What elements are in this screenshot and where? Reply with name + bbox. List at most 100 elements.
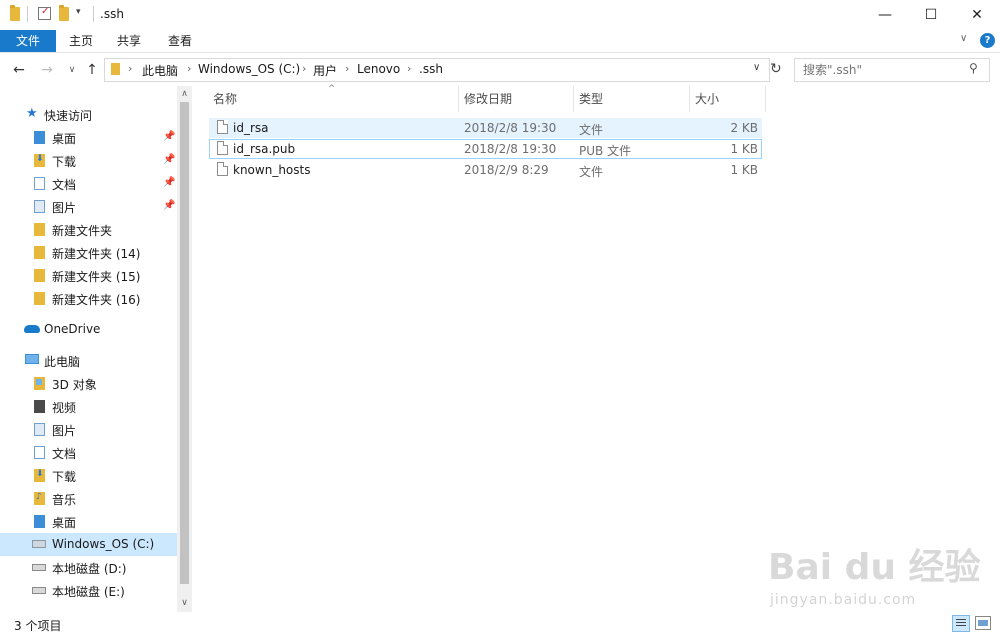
sidebar-item-downloads-pc[interactable]: ⬇ 下载 xyxy=(0,464,177,487)
pin-icon: 📌 xyxy=(163,200,176,211)
chevron-right-icon[interactable]: › xyxy=(407,62,411,75)
video-icon xyxy=(34,400,45,413)
downloads-icon: ⬇ xyxy=(34,154,45,167)
sidebar-item-music[interactable]: ♪ 音乐 xyxy=(0,487,177,510)
sidebar-item-label: 快速访问 xyxy=(44,109,93,123)
divider xyxy=(27,6,28,22)
up-button[interactable]: ↑ xyxy=(83,61,101,79)
address-bar[interactable]: › 此电脑 › Windows_OS (C:) › 用户 › Lenovo › … xyxy=(104,58,770,82)
file-size: 1 KB xyxy=(730,142,758,156)
sidebar-item-downloads[interactable]: ⬇ 下载 📌 xyxy=(0,149,177,172)
expand-ribbon-icon[interactable]: ∨ xyxy=(960,33,967,44)
column-header-modified[interactable]: 修改日期 xyxy=(464,86,512,112)
drive-icon xyxy=(32,587,46,594)
sidebar-item-videos[interactable]: 视频 xyxy=(0,395,177,418)
address-dropdown-icon[interactable]: ∨ xyxy=(753,62,760,73)
details-view-button[interactable] xyxy=(952,615,970,632)
breadcrumb-users[interactable]: 用户 xyxy=(313,62,337,79)
sidebar-item-drive-e[interactable]: 本地磁盘 (E:) xyxy=(0,579,177,602)
tab-view[interactable]: 查看 xyxy=(158,30,202,52)
search-icon[interactable]: ⚲ xyxy=(969,61,978,75)
sidebar-item-onedrive[interactable]: OneDrive xyxy=(0,318,177,341)
column-header-size[interactable]: 大小 xyxy=(695,86,719,112)
tab-file[interactable]: 文件 xyxy=(0,30,56,52)
sidebar-item-pictures-pc[interactable]: 图片 xyxy=(0,418,177,441)
close-button[interactable]: ✕ xyxy=(954,0,1000,30)
star-icon: ★ xyxy=(26,106,38,121)
breadcrumb-ssh[interactable]: .ssh xyxy=(419,62,443,76)
sidebar-item-new-folder-15[interactable]: 新建文件夹 (15) xyxy=(0,264,177,287)
tab-home[interactable]: 主页 xyxy=(60,30,102,52)
sidebar-item-label: 文档 xyxy=(52,178,77,192)
sidebar-item-this-pc[interactable]: 此电脑 xyxy=(0,349,177,372)
sidebar-item-label: 桌面 xyxy=(52,132,77,146)
sidebar-scrollbar[interactable]: ∧ ∨ xyxy=(177,86,192,612)
sidebar-item-drive-d[interactable]: 本地磁盘 (D:) xyxy=(0,556,177,579)
maximize-button[interactable]: ☐ xyxy=(908,0,954,30)
column-divider[interactable] xyxy=(573,86,574,112)
large-icons-view-button[interactable] xyxy=(975,616,991,630)
sidebar-item-desktop-pc[interactable]: 桌面 xyxy=(0,510,177,533)
sidebar-item-label: 下载 xyxy=(52,155,77,169)
table-row[interactable]: known_hosts 2018/2/9 8:29 文件 1 KB xyxy=(209,160,762,180)
sidebar-item-quick-access[interactable]: ★ 快速访问 xyxy=(0,103,177,126)
desktop-icon xyxy=(34,515,45,528)
breadcrumb-drive-c[interactable]: Windows_OS (C:) xyxy=(198,62,300,76)
customize-toolbar-icon[interactable]: ▾ xyxy=(76,7,81,17)
scroll-up-icon[interactable]: ∧ xyxy=(179,89,190,99)
search-box[interactable]: ⚲ xyxy=(794,58,990,82)
table-row[interactable]: id_rsa 2018/2/8 19:30 文件 2 KB xyxy=(209,118,762,138)
forward-button[interactable]: → xyxy=(38,61,56,79)
sidebar-item-desktop[interactable]: 桌面 📌 xyxy=(0,126,177,149)
sidebar-item-label: OneDrive xyxy=(44,322,101,336)
column-divider[interactable] xyxy=(689,86,690,112)
watermark: Bai du 经验 jingyan.baidu.com xyxy=(760,530,981,620)
downloads-icon: ⬇ xyxy=(34,469,45,482)
search-input[interactable] xyxy=(801,62,965,78)
sidebar-item-documents-pc[interactable]: 文档 xyxy=(0,441,177,464)
documents-icon xyxy=(34,177,45,190)
window-title: .ssh xyxy=(100,7,124,21)
properties-icon[interactable]: ✓ xyxy=(38,6,51,20)
sidebar-item-3d-objects[interactable]: 3D 对象 xyxy=(0,372,177,395)
minimize-button[interactable]: — xyxy=(862,0,908,30)
tab-share[interactable]: 共享 xyxy=(108,30,150,52)
scrollbar-thumb[interactable] xyxy=(180,102,189,584)
recent-locations-button[interactable]: ∨ xyxy=(63,61,81,79)
sidebar-item-new-folder-14[interactable]: 新建文件夹 (14) xyxy=(0,241,177,264)
chevron-right-icon[interactable]: › xyxy=(128,62,132,75)
watermark-brand: Bai du 经验 xyxy=(768,547,981,588)
help-button[interactable]: ? xyxy=(980,33,995,48)
sidebar-item-new-folder[interactable]: 新建文件夹 xyxy=(0,218,177,241)
desktop-icon xyxy=(34,131,45,144)
sidebar-item-drive-c[interactable]: Windows_OS (C:) xyxy=(0,533,177,556)
column-divider[interactable] xyxy=(765,86,766,112)
sidebar-item-documents[interactable]: 文档 📌 xyxy=(0,172,177,195)
cube-icon xyxy=(34,377,45,390)
column-header-name[interactable]: 名称 xyxy=(213,86,237,112)
sidebar-item-pictures[interactable]: 图片 📌 xyxy=(0,195,177,218)
file-name: id_rsa.pub xyxy=(233,142,296,156)
breadcrumb-lenovo[interactable]: Lenovo xyxy=(357,62,400,76)
scroll-down-icon[interactable]: ∨ xyxy=(179,598,190,608)
table-row[interactable]: id_rsa.pub 2018/2/8 19:30 PUB 文件 1 KB xyxy=(209,139,762,159)
refresh-icon[interactable]: ↻ xyxy=(770,61,782,77)
column-header-type[interactable]: 类型 xyxy=(579,86,603,112)
divider xyxy=(93,6,94,22)
folder-icon xyxy=(34,269,45,282)
pin-icon: 📌 xyxy=(163,131,176,142)
sidebar-item-new-folder-16[interactable]: 新建文件夹 (16) xyxy=(0,287,177,310)
computer-icon xyxy=(25,354,39,364)
column-divider[interactable] xyxy=(458,86,459,112)
file-type: 文件 xyxy=(579,123,604,137)
chevron-right-icon[interactable]: › xyxy=(187,62,191,75)
folder-icon xyxy=(34,223,45,236)
back-button[interactable]: ← xyxy=(10,61,28,79)
chevron-right-icon[interactable]: › xyxy=(302,62,306,75)
file-name: id_rsa xyxy=(233,121,269,135)
new-folder-icon[interactable] xyxy=(59,5,69,21)
breadcrumb-this-pc[interactable]: 此电脑 xyxy=(142,62,178,79)
file-modified: 2018/2/8 19:30 xyxy=(464,142,557,156)
pin-icon: 📌 xyxy=(163,177,176,188)
chevron-right-icon[interactable]: › xyxy=(345,62,349,75)
